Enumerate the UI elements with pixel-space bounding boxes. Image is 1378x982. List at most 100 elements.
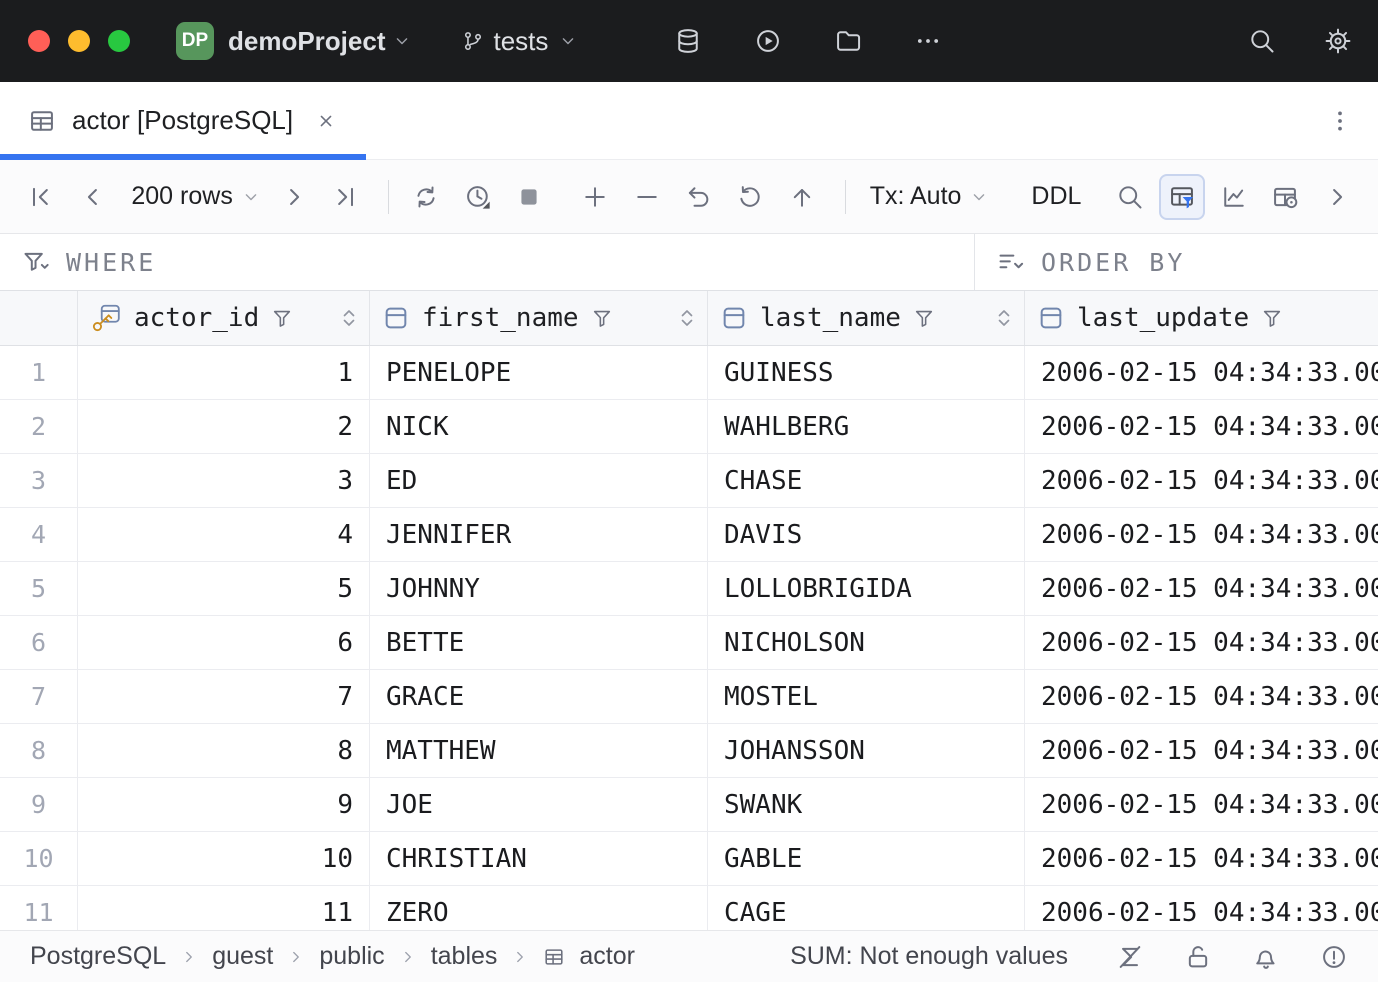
cell-last-update[interactable]: 2006-02-15 04:34:33.00 — [1025, 832, 1378, 885]
cell-first-name[interactable]: PENELOPE — [370, 346, 708, 399]
cell-last-update[interactable]: 2006-02-15 04:34:33.00 — [1025, 454, 1378, 507]
cell-actor-id[interactable]: 1 — [78, 346, 370, 399]
cell-last-update[interactable]: 2006-02-15 04:34:33.00 — [1025, 346, 1378, 399]
previous-page-button[interactable] — [70, 174, 116, 220]
cell-last-update[interactable]: 2006-02-15 04:34:33.00 — [1025, 508, 1378, 561]
cell-actor-id[interactable]: 5 — [78, 562, 370, 615]
error-circle-icon[interactable] — [1320, 943, 1348, 971]
column-filter-icon[interactable] — [591, 307, 613, 329]
cell-actor-id[interactable]: 7 — [78, 670, 370, 723]
cell-actor-id[interactable]: 3 — [78, 454, 370, 507]
sum-disabled-icon[interactable] — [1116, 943, 1144, 971]
cell-actor-id[interactable]: 4 — [78, 508, 370, 561]
last-page-button[interactable] — [323, 174, 369, 220]
transaction-mode-dropdown[interactable]: Tx: Auto — [860, 182, 1000, 211]
row-number-cell[interactable]: 1 — [0, 346, 78, 399]
submit-button[interactable] — [779, 174, 825, 220]
breadcrumb-item-tables[interactable]: tables — [431, 942, 498, 971]
cell-last-name[interactable]: JOHANSSON — [708, 724, 1025, 777]
breadcrumb-item-guest[interactable]: guest — [212, 942, 273, 971]
settings-gear-icon[interactable] — [1324, 27, 1352, 55]
cell-last-name[interactable]: GABLE — [708, 832, 1025, 885]
delete-row-button[interactable] — [624, 174, 670, 220]
database-icon[interactable] — [674, 27, 702, 55]
row-number-cell[interactable]: 4 — [0, 508, 78, 561]
row-number-cell[interactable]: 2 — [0, 400, 78, 453]
minimize-window-button[interactable] — [68, 30, 90, 52]
cell-first-name[interactable]: JOHNNY — [370, 562, 708, 615]
cell-last-name[interactable]: SWANK — [708, 778, 1025, 831]
row-number-cell[interactable]: 6 — [0, 616, 78, 669]
close-window-button[interactable] — [28, 30, 50, 52]
page-size-dropdown[interactable]: 200 rows — [121, 182, 270, 211]
order-by-clause-input[interactable]: ORDER BY — [975, 234, 1185, 290]
column-header-actor-id[interactable]: actor_id — [78, 291, 370, 345]
chart-button[interactable] — [1211, 174, 1257, 220]
row-number-cell[interactable]: 9 — [0, 778, 78, 831]
where-clause-input[interactable]: WHERE — [0, 234, 975, 290]
column-header-last-update[interactable]: last_update — [1025, 291, 1378, 345]
revert-button[interactable] — [676, 174, 722, 220]
cell-last-name[interactable]: CHASE — [708, 454, 1025, 507]
cell-first-name[interactable]: CHRISTIAN — [370, 832, 708, 885]
cell-first-name[interactable]: BETTE — [370, 616, 708, 669]
project-name[interactable]: demoProject — [228, 26, 386, 57]
column-header-last-name[interactable]: last_name — [708, 291, 1025, 345]
rollback-button[interactable] — [727, 174, 773, 220]
cell-first-name[interactable]: JOE — [370, 778, 708, 831]
column-header-first-name[interactable]: first_name — [370, 291, 708, 345]
add-row-button[interactable] — [572, 174, 618, 220]
cell-actor-id[interactable]: 6 — [78, 616, 370, 669]
notifications-bell-icon[interactable] — [1252, 943, 1280, 971]
cell-actor-id[interactable]: 2 — [78, 400, 370, 453]
cell-first-name[interactable]: ED — [370, 454, 708, 507]
cell-last-update[interactable]: 2006-02-15 04:34:33.00 — [1025, 778, 1378, 831]
more-horizontal-icon[interactable] — [914, 27, 942, 55]
search-icon[interactable] — [1248, 27, 1276, 55]
folder-icon[interactable] — [834, 27, 862, 55]
sort-icon[interactable] — [992, 306, 1016, 330]
cell-first-name[interactable]: MATTHEW — [370, 724, 708, 777]
cell-last-update[interactable]: 2006-02-15 04:34:33.00 — [1025, 562, 1378, 615]
unlocked-padlock-icon[interactable] — [1184, 943, 1212, 971]
sort-icon[interactable] — [337, 306, 361, 330]
row-number-header[interactable] — [0, 291, 78, 345]
cell-last-name[interactable]: LOLLOBRIGIDA — [708, 562, 1025, 615]
breadcrumb-item-public[interactable]: public — [319, 942, 384, 971]
cell-last-name[interactable]: MOSTEL — [708, 670, 1025, 723]
row-number-cell[interactable]: 8 — [0, 724, 78, 777]
stop-button[interactable] — [507, 174, 553, 220]
find-button[interactable] — [1107, 174, 1153, 220]
auto-refresh-button[interactable] — [455, 174, 501, 220]
cell-actor-id[interactable]: 8 — [78, 724, 370, 777]
zoom-window-button[interactable] — [108, 30, 130, 52]
row-number-cell[interactable]: 5 — [0, 562, 78, 615]
next-page-button[interactable] — [271, 174, 317, 220]
cell-last-name[interactable]: NICHOLSON — [708, 616, 1025, 669]
cell-first-name[interactable]: NICK — [370, 400, 708, 453]
filter-rows-button[interactable] — [1159, 174, 1205, 220]
aggregate-status[interactable]: SUM: Not enough values — [790, 942, 1068, 971]
cell-first-name[interactable]: GRACE — [370, 670, 708, 723]
view-options-button[interactable] — [1263, 174, 1309, 220]
row-number-cell[interactable]: 7 — [0, 670, 78, 723]
cell-actor-id[interactable]: 9 — [78, 778, 370, 831]
expand-toolbar-button[interactable] — [1314, 174, 1360, 220]
first-page-button[interactable] — [18, 174, 64, 220]
cell-last-name[interactable]: DAVIS — [708, 508, 1025, 561]
column-filter-icon[interactable] — [913, 307, 935, 329]
more-vertical-icon[interactable] — [1326, 107, 1354, 135]
cell-first-name[interactable]: JENNIFER — [370, 508, 708, 561]
refresh-button[interactable] — [403, 174, 449, 220]
close-icon[interactable] — [315, 110, 337, 132]
row-number-cell[interactable]: 10 — [0, 832, 78, 885]
column-filter-icon[interactable] — [1261, 307, 1283, 329]
cell-actor-id[interactable]: 10 — [78, 832, 370, 885]
breadcrumb-item-postgresql[interactable]: PostgreSQL — [30, 942, 166, 971]
breadcrumb-item-actor[interactable]: actor — [579, 942, 635, 971]
project-badge[interactable]: DP — [176, 22, 214, 60]
ddl-button[interactable]: DDL — [1021, 182, 1091, 211]
cell-last-update[interactable]: 2006-02-15 04:34:33.00 — [1025, 670, 1378, 723]
cell-last-update[interactable]: 2006-02-15 04:34:33.00 — [1025, 400, 1378, 453]
sort-icon[interactable] — [675, 306, 699, 330]
